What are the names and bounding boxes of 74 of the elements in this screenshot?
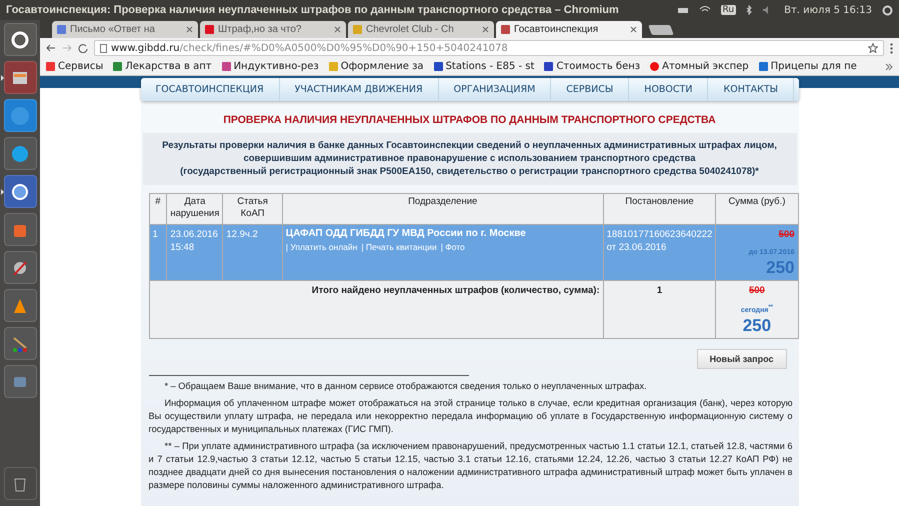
result-summary: Результаты проверки наличия в банке данных Госавтоинспекции сведений о неуплаченных административных штрафах лицом, совершившим административное правонарушение с использованием транспортного средства (государственный регистрационный знак Р500ЕА150, свидетельство о регистрации транспортного средства 5040241078)* [142,132,796,185]
table-cell: 1 [149,224,167,280]
bookmark-icon [434,62,443,71]
launcher-item[interactable] [4,467,36,500]
bookmark[interactable]: Сервисы [46,61,104,72]
footnote: ** – При уплате административного штрафа (за исключением правонарушений, предусмотренных частью 1.1 статьи 12.1, статьей 12.8, частями 6 и 7 статьи 12.9,частью 3 статьи 12.12, частью 5 статьи 12.15, частью 3.1 статьи 12.16, статьями 12.24, 12.26, частью 3 статьи 12.27 КоАП РФ) не позднее двадцати дней со дня вынесения постановления о наложении административного штрафа административный штраф может быть уплачен в размере половины суммы наложенного административного штрафа. [148,440,792,492]
page-heading: ПРОВЕРКА НАЛИЧИЯ НЕУПЛАЧЕННЫХ ШТРАФОВ ПО ДАННЫМ ТРАНСПОРТНОГО СРЕДСТВА [222,112,717,128]
traffic-cone-icon [11,296,29,314]
close-icon[interactable] [630,26,637,33]
bookmark-icon [544,62,554,71]
site-icon [353,25,362,34]
browser-tab[interactable]: Письмо «Ответ на [52,21,198,38]
bookmark[interactable]: Оформление за [328,61,424,72]
address-field[interactable]: www.gibdd.ru/check/fines/#%D0%A0500%D0%95%D0%90+150+5040241078 [94,40,884,56]
browser-tab[interactable]: Chevrolet Club - Ch [348,21,494,38]
column-header: Статья КоАП [222,193,282,224]
column-header: # [149,193,167,224]
running-indicator-icon [0,75,4,81]
back-icon[interactable] [46,43,56,53]
close-icon[interactable] [186,26,193,33]
footnote: * – Обращаем Ваше внимание, что в данном сервисе отображаются сведения только о неуплаченных штрафах. [164,380,648,393]
bookmark-icon [46,62,55,71]
close-icon[interactable] [482,26,489,33]
bookmark-icon [113,62,122,71]
url-text: www.gibdd.ru/check/fines/#%D0%A0500%D0%95%D0%90+150+5040241078 [111,42,508,54]
table-cell: 12.9ч.2 [222,224,282,280]
site-icon [57,25,66,34]
bookmark[interactable]: Лекарства в апт [113,61,212,72]
bookmark[interactable]: Stations - E85 - st [434,61,534,72]
bookmark-icon [328,62,338,71]
running-indicator-icon [0,189,4,195]
discount-amount: 250 [765,258,794,277]
clock[interactable]: Вт. июля 5 16:13 [784,4,872,16]
discount-amount: 250 [742,317,772,335]
launcher-item[interactable] [4,289,36,322]
star-icon[interactable] [868,43,878,53]
bookmark-icon [650,62,660,71]
bookmark-icon [758,62,768,71]
browser-tab[interactable]: Штраф,но за что? [200,21,346,38]
bluetooth-icon[interactable] [746,5,752,15]
full-amount: 500 [778,228,794,241]
bookmark[interactable]: Стоимость бенз [544,61,640,72]
column-header: Подразделение [282,193,604,224]
full-amount: 500 [748,284,766,297]
site-icon [501,25,510,34]
menu-icon[interactable] [890,42,893,54]
bookmark[interactable]: Индуктивно-рез [222,61,319,72]
launcher-item[interactable] [4,175,36,208]
launcher-item[interactable] [4,251,36,284]
new-request-button[interactable]: Новый запрос [696,349,786,369]
launcher-item[interactable] [4,23,36,56]
total-label: Итого найдено неуплаченных штрафов (количество, сумма): [312,284,600,296]
footnote: Информация об уплаченном штрафе может отображаться на этой странице только в случае, если кредитная организация (банк), через которую Вы осуществили уплату штрафа, не передала или некорректно передала информацию об уплате в Государственную информационную систему о государственных и муниципальных платежах (ГИС ГМП). [148,397,792,436]
launcher-item[interactable] [4,61,36,94]
total-count: 1 [656,284,662,296]
bookmark[interactable]: Прицепы для пе [758,61,857,72]
bookmark[interactable]: Атомный экспер [650,61,749,72]
column-header: Дата нарушения [166,193,223,224]
bookmark-icon [222,62,231,71]
window-title: Госавтоинспекция: Проверка наличия неуплаченных штрафов по данным транспортного средства – Chromium [6,4,620,16]
table-cell: 23.06.2016 15:48 [166,224,223,280]
column-header: Постановление [603,193,716,224]
browser-tab[interactable]: Госавтоинспекция [496,21,642,38]
page-icon [100,44,107,52]
reload-icon[interactable] [78,43,88,53]
table-cell: 18810177160623640222 от 23.06.2016 [603,224,716,280]
division-name: ЦАФАП ОДД ГИБДД ГУ МВД России по г. Москве [286,228,527,239]
new-tab-button[interactable] [648,25,674,35]
more-bookmarks-icon[interactable] [885,62,893,70]
keyboard-layout-indicator[interactable]: Ru [720,5,736,15]
paintbrush-icon [11,334,29,352]
column-header: Сумма (руб.) [716,193,798,224]
site-icon [205,25,214,34]
close-icon[interactable] [334,26,341,33]
